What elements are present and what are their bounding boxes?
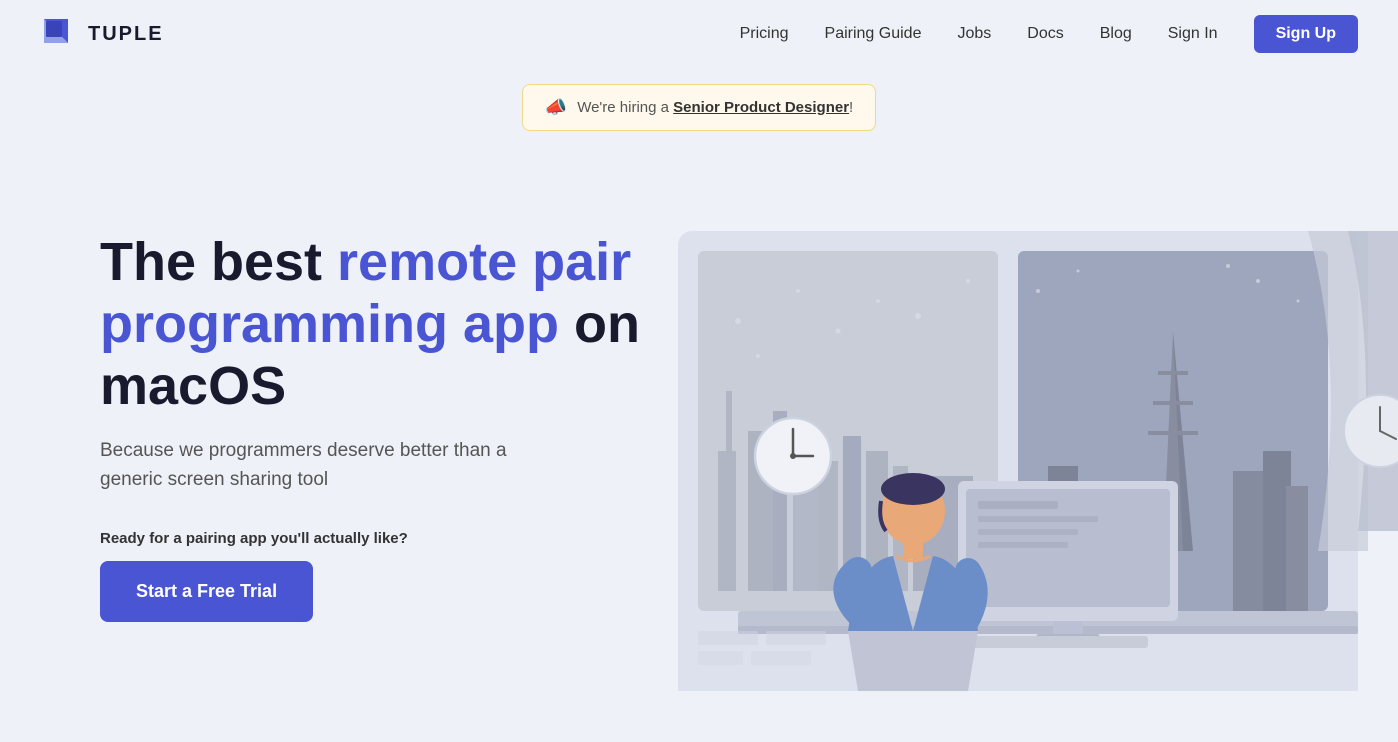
hero-text: The best remote pair programming app on … — [100, 171, 660, 622]
megaphone-icon: 📣 — [545, 97, 567, 118]
hiring-banner: 📣 We're hiring a Senior Product Designer… — [522, 84, 876, 131]
hero-section: The best remote pair programming app on … — [0, 131, 1398, 691]
nav-jobs[interactable]: Jobs — [957, 25, 991, 43]
cta-label: Ready for a pairing app you'll actually … — [100, 530, 660, 547]
nav-pairing-guide[interactable]: Pairing Guide — [825, 25, 922, 43]
main-nav: Pricing Pairing Guide Jobs Docs Blog Sig… — [740, 15, 1358, 53]
hero-title-plain: The best — [100, 232, 337, 292]
hero-illustration — [618, 171, 1398, 691]
hiring-banner-container: 📣 We're hiring a Senior Product Designer… — [0, 84, 1398, 131]
start-trial-button[interactable]: Start a Free Trial — [100, 561, 313, 622]
brand-name: TUPLE — [88, 23, 164, 46]
hero-subtitle: Because we programmers deserve better th… — [100, 437, 560, 494]
logo[interactable]: TUPLE — [40, 15, 164, 53]
logo-icon — [40, 15, 78, 53]
signup-button[interactable]: Sign Up — [1254, 15, 1358, 53]
nav-docs[interactable]: Docs — [1027, 25, 1063, 43]
hiring-link[interactable]: Senior Product Designer — [673, 99, 849, 116]
banner-text: We're hiring a Senior Product Designer! — [577, 99, 853, 116]
nav-signin[interactable]: Sign In — [1168, 25, 1218, 43]
header: TUPLE Pricing Pairing Guide Jobs Docs Bl… — [0, 0, 1398, 68]
hero-title: The best remote pair programming app on … — [100, 231, 660, 417]
nav-pricing[interactable]: Pricing — [740, 25, 789, 43]
nav-blog[interactable]: Blog — [1100, 25, 1132, 43]
